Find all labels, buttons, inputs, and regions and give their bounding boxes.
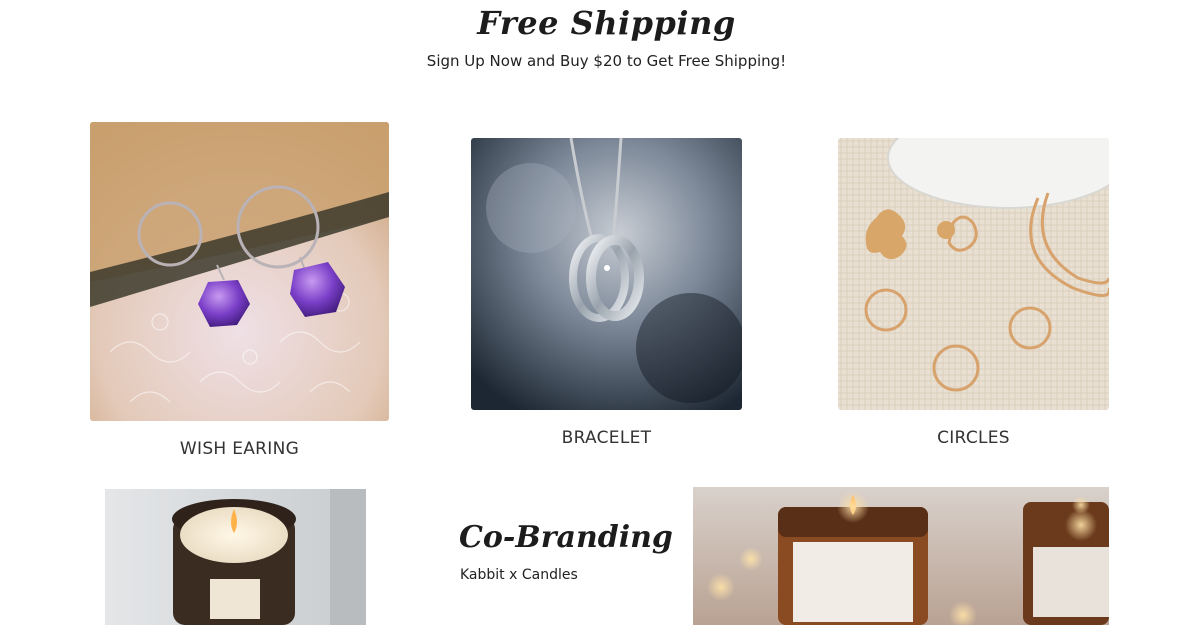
candle-jar-photo	[105, 489, 366, 625]
cobrand-left-image	[105, 489, 366, 625]
cobranding-title: Co-Branding	[459, 520, 673, 555]
ring-pendant-photo	[471, 138, 742, 410]
product-label-bracelet[interactable]: BRACELET	[471, 428, 742, 448]
page: Free Shipping Sign Up Now and Buy $20 to…	[0, 0, 1200, 630]
product-image-circles[interactable]	[838, 138, 1109, 410]
amethyst-earrings-photo	[90, 122, 389, 421]
free-shipping-subtitle: Sign Up Now and Buy $20 to Get Free Ship…	[426, 52, 787, 70]
product-image-bracelet[interactable]	[471, 138, 742, 410]
product-card-circles[interactable]: CIRCLES	[838, 138, 1109, 452]
product-label-wish-earing[interactable]: WISH EARING	[90, 439, 389, 459]
amber-candles-photo	[693, 487, 1109, 625]
cobranding-subtitle: Kabbit x Candles	[460, 567, 578, 583]
product-label-circles[interactable]: CIRCLES	[838, 428, 1109, 448]
cobrand-right-image	[693, 487, 1109, 625]
product-image-wish-earing[interactable]	[90, 122, 389, 421]
product-card-bracelet[interactable]: BRACELET	[471, 138, 742, 452]
gold-rings-photo	[838, 138, 1109, 410]
free-shipping-title: Free Shipping	[477, 4, 736, 42]
product-card-wish-earing[interactable]: WISH EARING	[90, 122, 389, 467]
